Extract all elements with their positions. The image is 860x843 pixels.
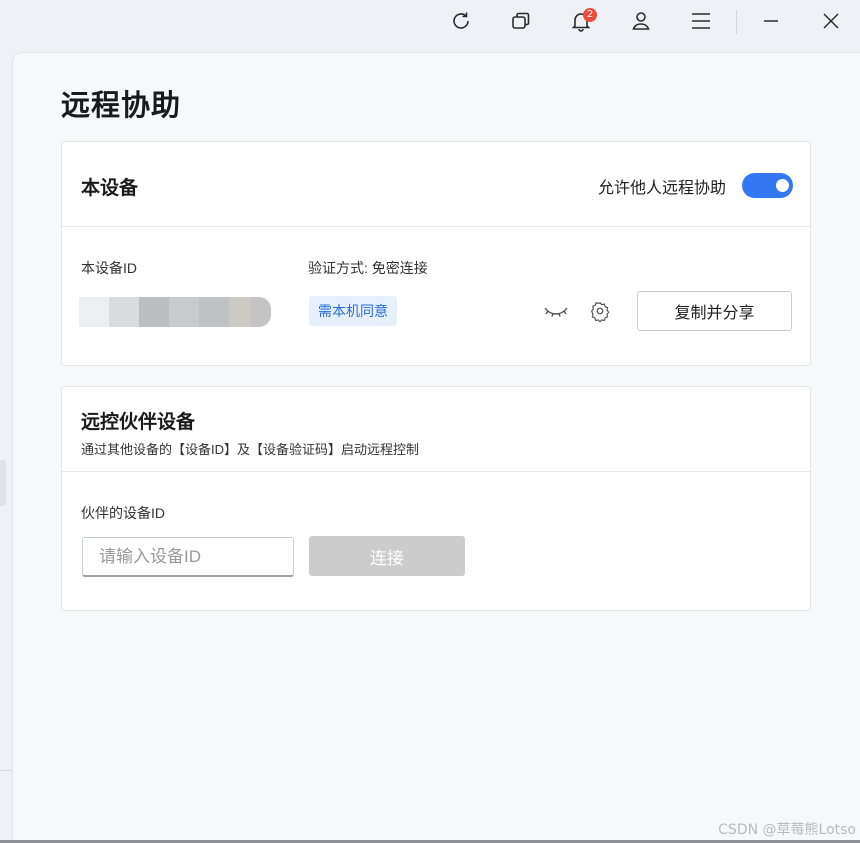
- device-settings-button[interactable]: [589, 300, 611, 323]
- allow-remote-toggle[interactable]: [742, 173, 793, 198]
- windows-button[interactable]: [504, 7, 538, 35]
- refresh-icon: [453, 12, 469, 29]
- partner-device-subtitle: 通过其他设备的【设备ID】及【设备验证码】启动远程控制: [81, 442, 420, 457]
- left-sidebar-edge: [0, 48, 12, 843]
- notification-badge: 2: [583, 8, 597, 22]
- device-id-value-redacted: [79, 297, 271, 327]
- verify-method-label: 验证方式: 免密连接: [308, 260, 428, 276]
- menu-icon: [692, 13, 710, 29]
- sidebar-divider: [0, 770, 12, 771]
- user-icon: [632, 12, 650, 30]
- title-bar: 2: [0, 0, 860, 48]
- refresh-button[interactable]: [444, 7, 478, 35]
- account-button[interactable]: [624, 7, 658, 35]
- card-header-divider: [62, 471, 810, 472]
- device-id-label: 本设备ID: [81, 260, 137, 276]
- watermark-text: CSDN @草莓熊Lotso: [718, 822, 856, 838]
- consent-required-tag: 需本机同意: [309, 296, 397, 326]
- main-menu-button[interactable]: [684, 7, 718, 35]
- toggle-knob: [776, 179, 789, 192]
- page-title: 远程协助: [61, 90, 182, 122]
- eye-closed-icon: [544, 307, 568, 317]
- this-device-card: 本设备 允许他人远程协助 本设备ID 验证方式: 免密连接 需本机同意 复制并分…: [61, 141, 811, 366]
- card-header-divider: [62, 226, 810, 227]
- gear-icon: [591, 301, 610, 323]
- minimize-button[interactable]: [754, 7, 788, 35]
- connect-button[interactable]: 连接: [309, 536, 465, 576]
- sidebar-collapse-handle[interactable]: [0, 460, 6, 506]
- partner-device-title: 远控伙伴设备: [81, 412, 196, 433]
- notifications-button[interactable]: 2: [564, 7, 598, 35]
- allow-remote-label: 允许他人远程协助: [597, 180, 726, 197]
- toggle-id-visibility-button[interactable]: [542, 302, 570, 320]
- partner-id-input[interactable]: [82, 537, 294, 577]
- minimize-icon: [764, 20, 778, 22]
- windows-icon: [512, 12, 530, 29]
- partner-device-card: 远控伙伴设备 通过其他设备的【设备ID】及【设备验证码】启动远程控制 伙伴的设备…: [61, 386, 811, 611]
- close-icon: [823, 13, 839, 29]
- copy-and-share-button[interactable]: 复制并分享: [637, 291, 792, 331]
- toolbar-divider: [736, 10, 737, 34]
- partner-id-label: 伙伴的设备ID: [81, 505, 165, 521]
- close-button[interactable]: [814, 7, 848, 35]
- this-device-title: 本设备: [81, 178, 139, 199]
